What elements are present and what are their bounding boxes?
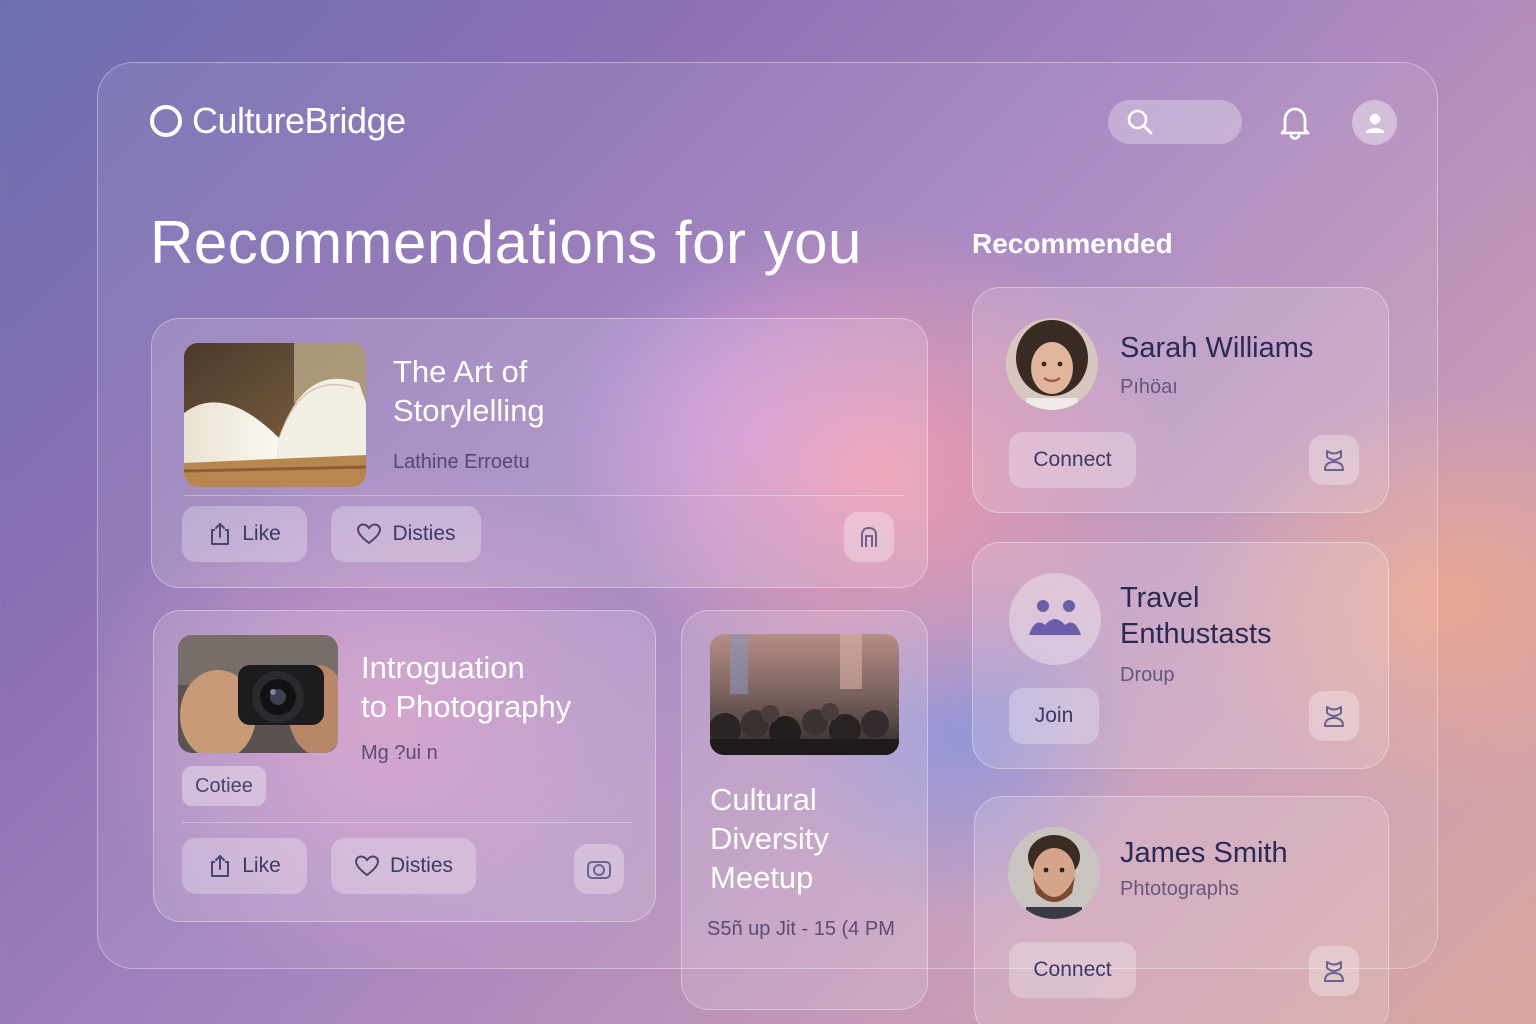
person-name[interactable]: James Smith (1120, 835, 1288, 871)
card-title-line: Meetup (710, 860, 814, 895)
group-icon (1029, 600, 1081, 635)
add-friend-button[interactable] (1309, 691, 1359, 741)
recommended-heading: Recommended (972, 228, 1173, 259)
page-title: Recommendations for you (150, 209, 862, 276)
connect-label: Connect (1033, 448, 1112, 471)
card-title[interactable]: Introguation to Photography (361, 648, 571, 726)
connect-button[interactable]: Connect (1009, 432, 1136, 488)
disties-label: Disties (392, 522, 456, 545)
like-label: Like (242, 522, 281, 545)
add-user-icon (1324, 450, 1344, 471)
add-friend-button[interactable] (1309, 946, 1359, 996)
group-name[interactable]: Travel Enthustasts (1120, 580, 1272, 652)
card-author: Lathine Erroetu (393, 451, 530, 473)
connect-label: Connect (1033, 958, 1112, 981)
card-author: Mg ?ui n (361, 742, 438, 764)
event-datetime: S5ñ up Jit - 15 (4 PM (707, 918, 895, 940)
logo-ring-icon (150, 105, 182, 137)
share-icon (211, 854, 230, 877)
camera-thumbnail (178, 635, 338, 753)
user-icon (1365, 113, 1384, 133)
group-avatar (1009, 573, 1101, 665)
card-title-line: Cultural (710, 782, 817, 817)
card-title-line: The Art of (393, 354, 528, 389)
search-icon (1127, 109, 1153, 135)
person-name[interactable]: Sarah Williams (1120, 330, 1313, 366)
card-title-line: Diversity (710, 821, 829, 856)
add-friend-button[interactable] (1309, 435, 1359, 485)
avatar (1006, 318, 1098, 410)
add-user-icon (1324, 961, 1344, 982)
group-name-line: Enthustasts (1120, 618, 1272, 650)
like-button[interactable]: Like (182, 838, 307, 894)
person-role: Phtotographs (1120, 878, 1239, 900)
disties-button[interactable]: Disties (331, 506, 481, 562)
group-type: Droup (1120, 664, 1175, 686)
share-icon (211, 522, 230, 545)
card-title[interactable]: The Art of Storylelling (393, 352, 545, 430)
join-label: Join (1034, 704, 1074, 727)
disties-button[interactable]: Disties (331, 838, 476, 894)
camera-action-button[interactable] (574, 844, 624, 894)
card-title[interactable]: Cultural Diversity Meetup (710, 780, 829, 897)
group-name-line: Travel (1120, 582, 1200, 614)
app-logo[interactable]: CultureBridge (150, 100, 406, 142)
join-button[interactable]: Join (1009, 688, 1099, 744)
connect-button[interactable]: Connect (1009, 942, 1136, 998)
like-button[interactable]: Like (182, 506, 307, 562)
book-thumbnail (184, 343, 366, 487)
avatar (1008, 827, 1100, 919)
crowd-thumbnail (710, 634, 899, 755)
notification-bell-icon[interactable] (1275, 102, 1315, 142)
search-input[interactable] (1162, 113, 1242, 131)
camera-icon (587, 861, 611, 879)
add-user-icon (1324, 706, 1344, 727)
user-profile-button[interactable] (1352, 100, 1397, 145)
bookmark-icon (861, 526, 877, 547)
bookmark-button[interactable] (844, 512, 894, 562)
card-divider (182, 822, 632, 823)
card-title-line: to Photography (361, 689, 572, 724)
disties-label: Disties (389, 854, 453, 877)
card-title-line: Storylelling (393, 393, 545, 428)
person-role: Pıhöaı (1120, 376, 1178, 398)
heart-icon (357, 523, 382, 545)
card-divider (184, 495, 904, 496)
like-label: Like (242, 854, 281, 877)
category-tag: Cotiee (182, 766, 266, 806)
search-bar[interactable] (1108, 100, 1242, 144)
heart-icon (354, 855, 379, 877)
card-title-line: Introguation (361, 650, 525, 685)
app-name: CultureBridge (192, 100, 406, 141)
